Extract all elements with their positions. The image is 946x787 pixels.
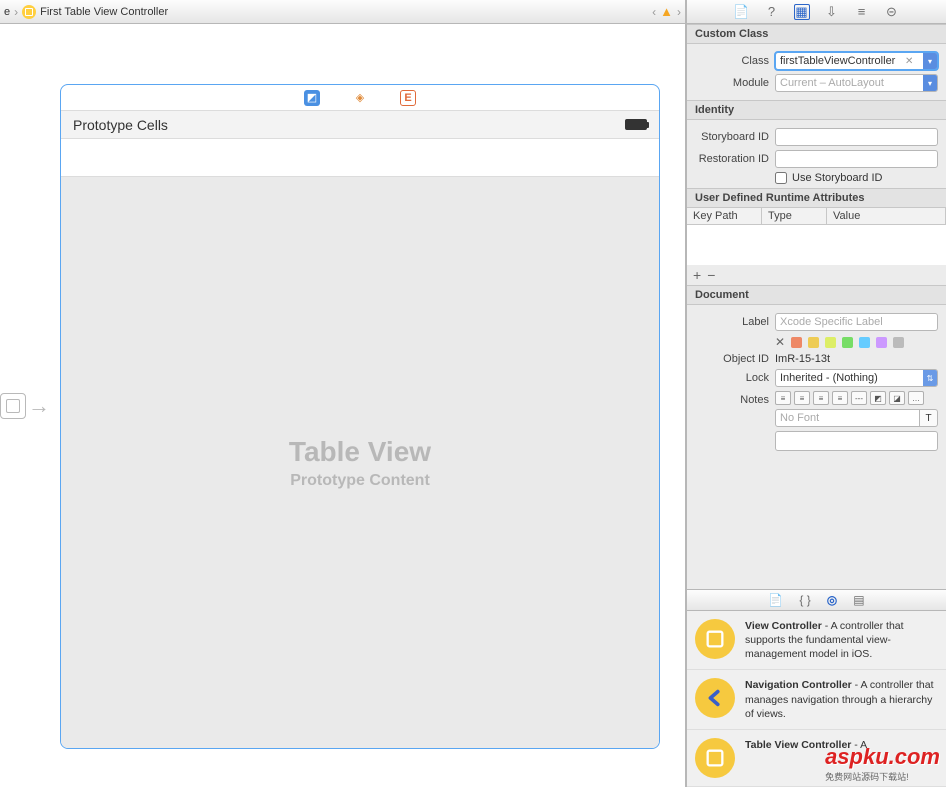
align-right-icon[interactable]: ≡	[813, 391, 829, 405]
viewcontroller-icon	[695, 619, 735, 659]
objectid-label: Object ID	[695, 353, 769, 365]
help-inspector-tab[interactable]: ?	[764, 4, 780, 20]
controller-icon[interactable]: ◩	[304, 90, 320, 106]
more-icon[interactable]: …	[908, 391, 924, 405]
align-justify-icon[interactable]: ≡	[832, 391, 848, 405]
library-tabs: 📄 { } ◎ ▤	[687, 589, 946, 611]
color-swatch[interactable]	[859, 337, 870, 348]
clear-icon[interactable]: ✕	[905, 56, 913, 67]
prototype-cells-label: Prototype Cells	[73, 117, 168, 133]
history-forward-icon[interactable]: ›	[677, 5, 681, 19]
breadcrumb-title[interactable]: First Table View Controller	[40, 6, 168, 18]
notes-font-field[interactable]: No Font T	[775, 409, 938, 427]
runtime-attrs-header: User Defined Runtime Attributes	[687, 188, 946, 208]
indent-less-icon[interactable]: ◩	[870, 391, 886, 405]
battery-icon	[625, 119, 647, 130]
arrow-right-icon: →	[28, 393, 50, 419]
library-item-view-controller[interactable]: View Controller - A controller that supp…	[687, 611, 946, 671]
scene-tableviewcontroller[interactable]: ◩ ◈ E Prototype Cells Table View Prototy…	[60, 84, 660, 749]
identity-inspector-tab[interactable]: ▦	[794, 4, 810, 20]
font-picker-icon[interactable]: T	[920, 409, 938, 427]
dock-hint[interactable]: →	[0, 393, 50, 419]
document-header: Document	[687, 285, 946, 305]
module-label: Module	[695, 77, 769, 89]
breadcrumb-bar: e › First Table View Controller ‹ ▲ ›	[0, 0, 685, 24]
divider-icon[interactable]: ---	[851, 391, 867, 405]
connections-inspector-tab[interactable]: ⊝	[884, 4, 900, 20]
viewcontroller-icon	[22, 5, 36, 19]
use-storyboard-id-label: Use Storyboard ID	[792, 172, 882, 184]
attributes-inspector-tab[interactable]: ⇩	[824, 4, 840, 20]
notes-label: Notes	[695, 391, 769, 406]
align-left-icon[interactable]: ≡	[775, 391, 791, 405]
tableview-body[interactable]: Table View Prototype Content	[61, 177, 659, 748]
history-back-icon[interactable]: ‹	[652, 5, 656, 19]
color-swatch[interactable]	[808, 337, 819, 348]
add-attr-button[interactable]: +	[693, 267, 707, 283]
tableview-title: Table View	[289, 436, 431, 468]
dropdown-icon[interactable]: ▾	[923, 53, 937, 69]
code-snippet-tab[interactable]: { }	[799, 593, 810, 607]
scene-titlebar: ◩ ◈ E	[61, 85, 659, 111]
restoration-id-field[interactable]	[775, 150, 938, 168]
runtime-attrs-body[interactable]	[687, 225, 946, 265]
class-field[interactable]: firstTableViewController ✕ ▾	[775, 52, 938, 70]
tableviewcontroller-icon	[695, 738, 735, 778]
library-item-table-view-controller[interactable]: Table View Controller - A	[687, 730, 946, 787]
module-field[interactable]: Current – AutoLayout ▾	[775, 74, 938, 92]
inspector-tabs: 📄 ? ▦ ⇩ ≡ ⊝	[687, 0, 946, 24]
indent-more-icon[interactable]: ◪	[889, 391, 905, 405]
remove-attr-button[interactable]: −	[707, 267, 721, 283]
label-color-swatches: ✕	[775, 335, 904, 349]
color-swatch[interactable]	[893, 337, 904, 348]
lock-field[interactable]: Inherited - (Nothing) ⇅	[775, 369, 938, 387]
size-inspector-tab[interactable]: ≡	[854, 4, 870, 20]
media-library-tab[interactable]: ▤	[853, 593, 864, 607]
color-swatch[interactable]	[791, 337, 802, 348]
use-storyboard-id-checkbox[interactable]	[775, 172, 787, 184]
first-responder-icon[interactable]: ◈	[352, 90, 368, 106]
color-swatch[interactable]	[876, 337, 887, 348]
file-inspector-tab[interactable]: 📄	[734, 4, 750, 20]
no-color-icon[interactable]: ✕	[775, 335, 785, 349]
runtime-attrs-columns: Key Path Type Value	[687, 208, 946, 225]
notes-textarea[interactable]	[775, 431, 938, 451]
canvas[interactable]: → ◩ ◈ E Prototype Cells Table View Proto…	[0, 24, 685, 787]
doc-label-field[interactable]: Xcode Specific Label	[775, 313, 938, 331]
library-item-navigation-controller[interactable]: Navigation Controller - A controller tha…	[687, 670, 946, 730]
storyboard-id-label: Storyboard ID	[695, 131, 769, 143]
color-swatch[interactable]	[842, 337, 853, 348]
object-library[interactable]: View Controller - A controller that supp…	[687, 611, 946, 787]
identity-header: Identity	[687, 100, 946, 120]
prototype-header: Prototype Cells	[61, 111, 659, 139]
dropdown-icon[interactable]: ▾	[923, 75, 937, 91]
storyboard-id-field[interactable]	[775, 128, 938, 146]
restoration-id-label: Restoration ID	[695, 153, 769, 165]
object-library-tab[interactable]: ◎	[827, 593, 837, 607]
dropdown-icon[interactable]: ⇅	[923, 370, 937, 386]
notes-toolbar: ≡ ≡ ≡ ≡ --- ◩ ◪ …	[775, 391, 938, 405]
file-template-tab[interactable]: 📄	[768, 593, 783, 607]
lock-label: Lock	[695, 372, 769, 384]
exit-icon[interactable]: E	[400, 90, 416, 106]
breadcrumb-prefix: e	[4, 6, 10, 18]
tableview-subtitle: Prototype Content	[290, 472, 430, 490]
align-center-icon[interactable]: ≡	[794, 391, 810, 405]
chevron-right-icon: ›	[14, 5, 18, 19]
color-swatch[interactable]	[825, 337, 836, 348]
class-label: Class	[695, 55, 769, 67]
navigationcontroller-icon	[695, 678, 735, 718]
objectid-value: ImR-15-13t	[775, 353, 938, 365]
warning-icon[interactable]: ▲	[660, 4, 673, 19]
prototype-cell-area[interactable]	[61, 139, 659, 177]
custom-class-header: Custom Class	[687, 24, 946, 44]
doc-label-label: Label	[695, 316, 769, 328]
